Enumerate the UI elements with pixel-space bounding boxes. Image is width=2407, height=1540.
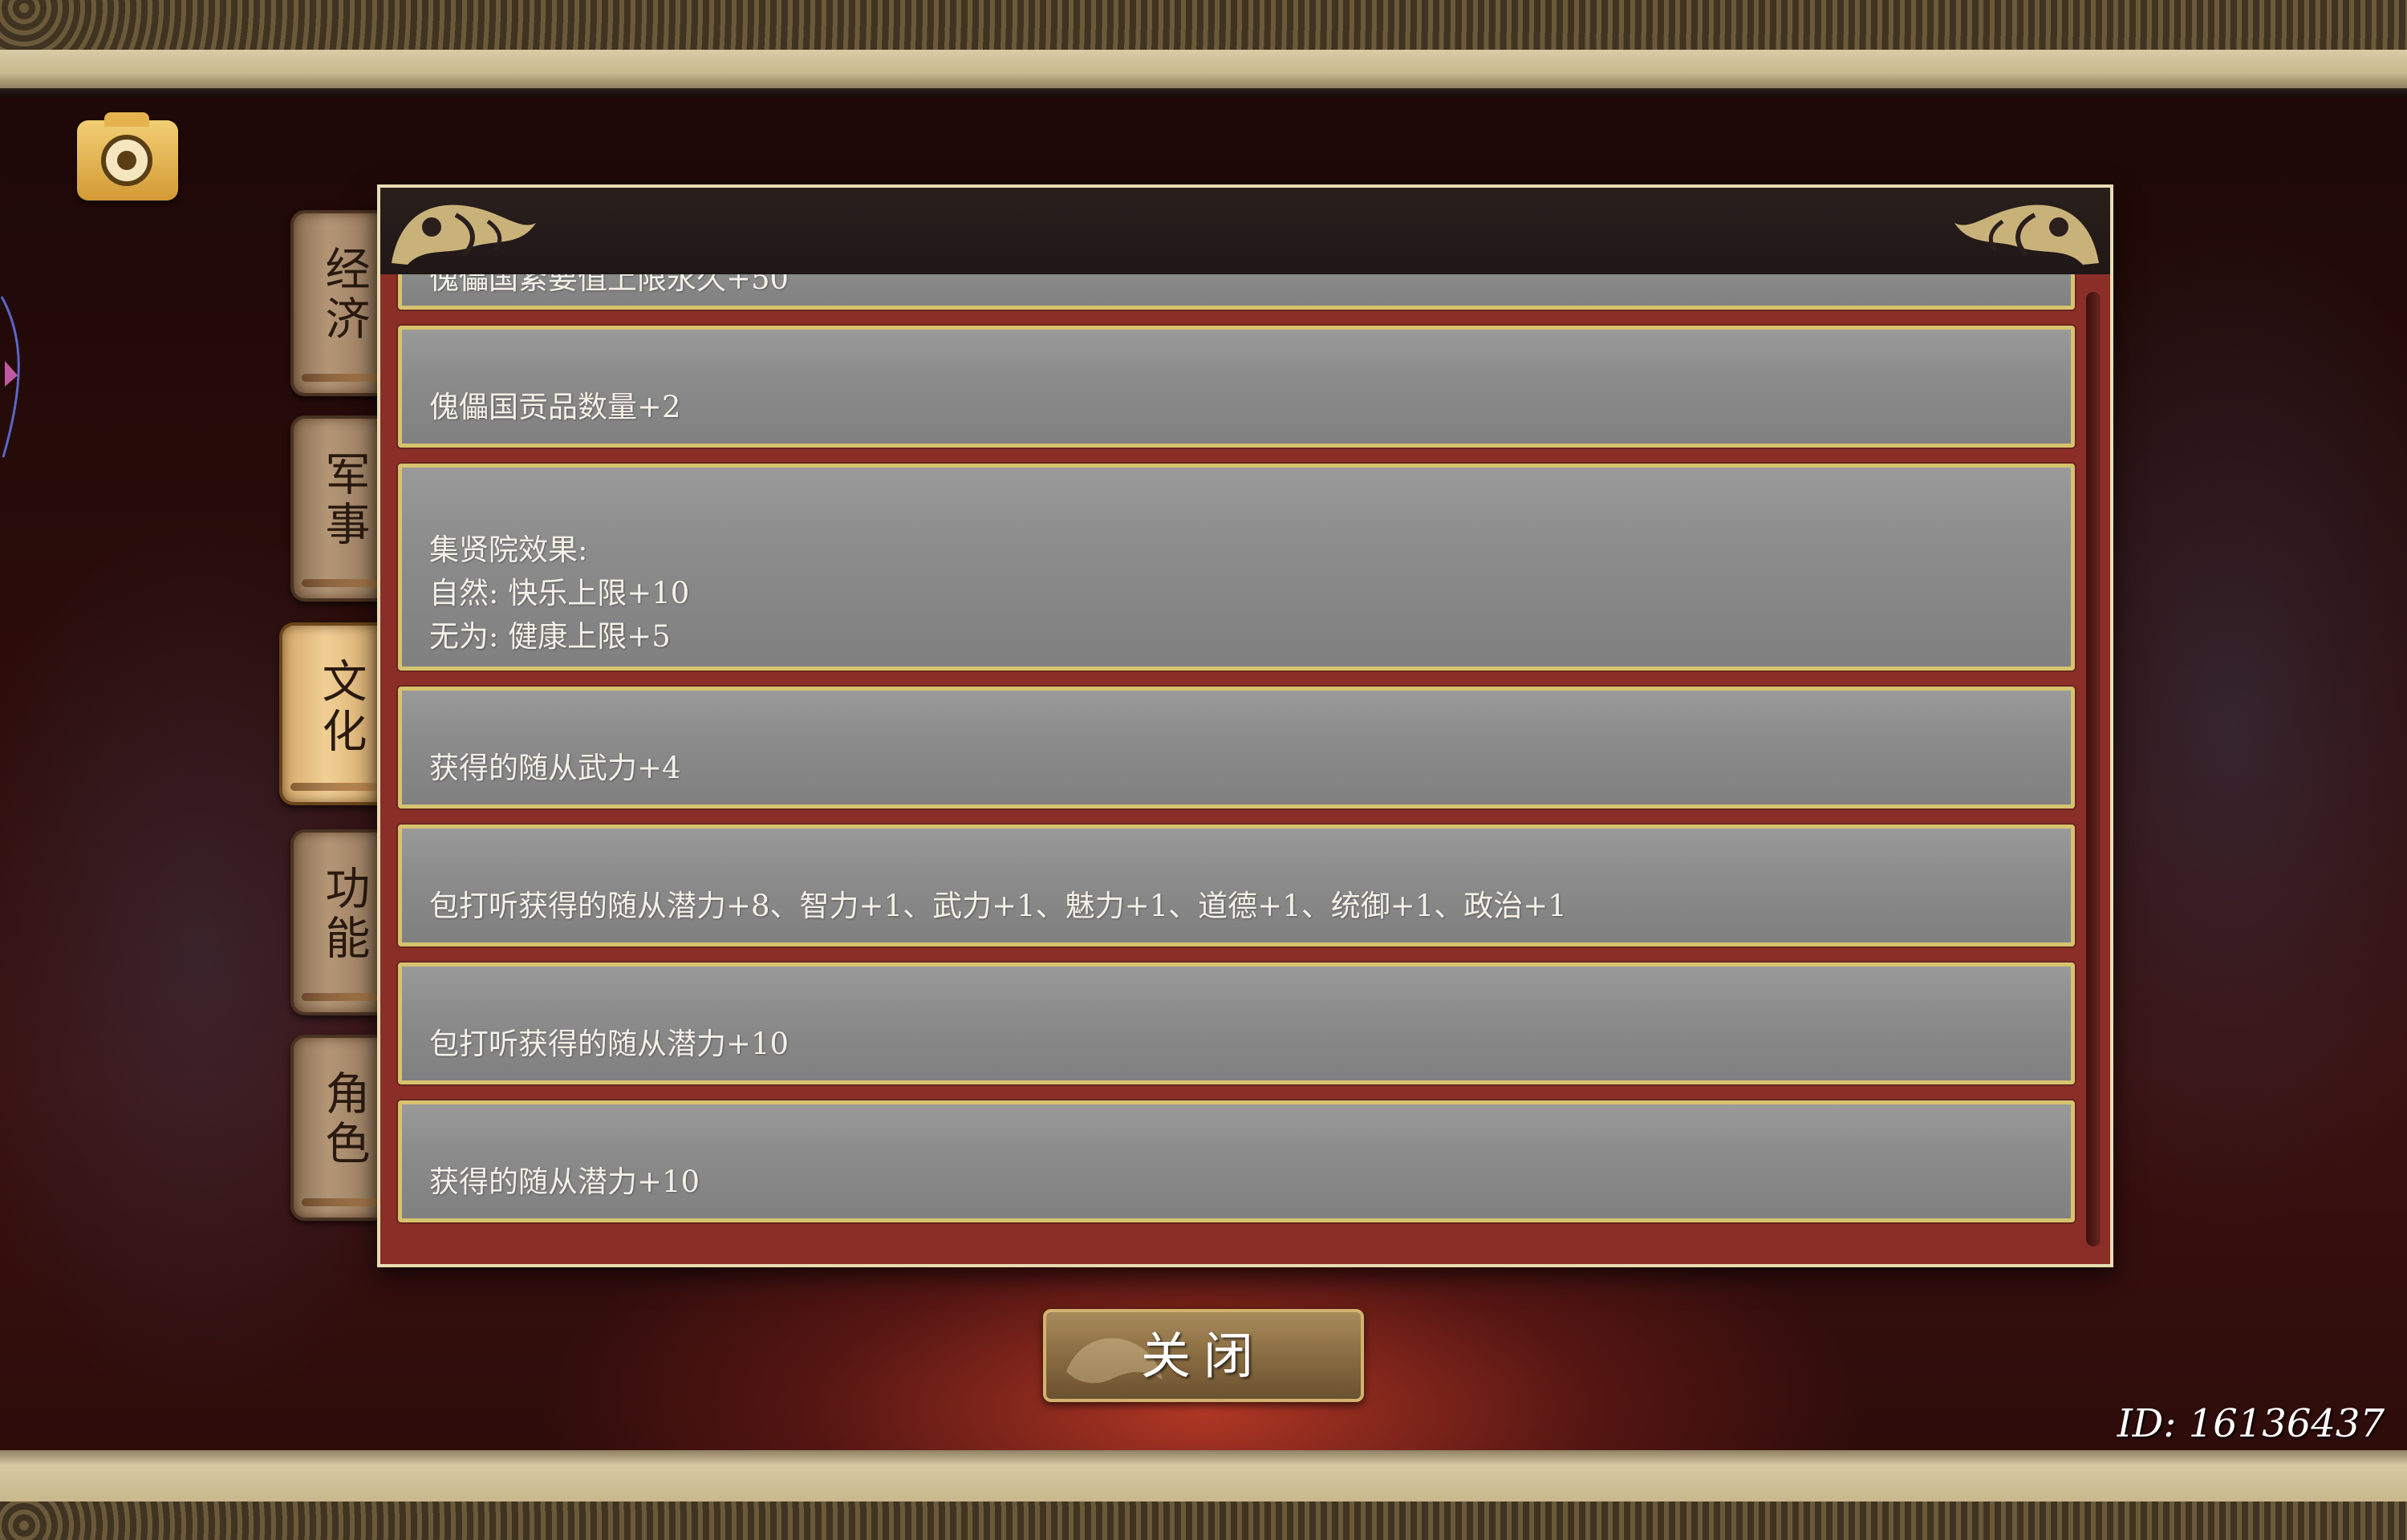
list-item-text: 获得的随从武力+4 xyxy=(429,751,681,785)
list-item: 获得的随从武力+4 xyxy=(398,687,2075,808)
tab-ornament xyxy=(302,374,379,382)
tab-culture[interactable]: 文化 xyxy=(279,622,379,805)
list-item: 集贤院效果: 自然: 快乐上限+10 无为: 健康上限+5 xyxy=(398,464,2075,671)
camera-button[interactable] xyxy=(77,112,178,201)
list-item: 包打听获得的随从潜力+10 xyxy=(398,962,2075,1084)
list-item: 傀儡国贡品数量+2 xyxy=(398,326,2075,448)
list-item-text: 集贤院效果: 自然: 快乐上限+10 无为: 健康上限+5 xyxy=(429,533,690,654)
tab-label: 功能 xyxy=(318,865,370,964)
tab-functions[interactable]: 功能 xyxy=(290,829,379,1015)
tab-character[interactable]: 角色 xyxy=(290,1035,379,1221)
player-id-label: ID: 16136437 xyxy=(2117,1401,2385,1446)
tab-label: 角色 xyxy=(318,1070,370,1169)
bottom-rim xyxy=(0,1450,2407,1502)
list-item-text: 包打听获得的随从潜力+8、智力+1、武力+1、魅力+1、道德+1、统御+1、政治… xyxy=(429,889,1567,923)
list-item-text: 傀儡国紧要值上限永久+50 xyxy=(429,274,789,296)
game-screen: 经济 军事 文化 功能 角色 傀儡国紧要值上限永久+50 傀儡国贡品数量+2 集… xyxy=(0,0,2407,1540)
scrollbar[interactable] xyxy=(2086,292,2101,1246)
list-item-text: 包打听获得的随从潜力+10 xyxy=(429,1027,789,1061)
list-item-text: 获得的随从潜力+10 xyxy=(429,1165,700,1199)
top-rim-shadow xyxy=(0,88,2407,98)
dragon-ornament-icon xyxy=(392,205,536,265)
list-item: 包打听获得的随从潜力+8、智力+1、武力+1、魅力+1、道德+1、统御+1、政治… xyxy=(398,825,2075,946)
top-ornament-band xyxy=(0,0,2407,50)
list-item: 傀儡国紧要值上限永久+50 xyxy=(398,274,2075,310)
camera-icon-top xyxy=(104,112,149,127)
tab-economy[interactable]: 经济 xyxy=(290,210,379,396)
close-button-label: 关闭 xyxy=(1140,1327,1266,1385)
top-rim xyxy=(0,50,2407,88)
bottom-ornament-band xyxy=(0,1502,2407,1540)
tab-label: 文化 xyxy=(315,658,367,757)
tab-ornament xyxy=(302,579,379,587)
panel-header xyxy=(380,188,2110,274)
left-edge-flourish-icon xyxy=(0,296,20,458)
camera-icon xyxy=(101,135,152,186)
tab-ornament xyxy=(302,993,379,1001)
tab-military[interactable]: 军事 xyxy=(290,415,379,602)
list-item: 获得的随从潜力+10 xyxy=(398,1100,2075,1222)
bonus-list[interactable]: 傀儡国紧要值上限永久+50 傀儡国贡品数量+2 集贤院效果: 自然: 快乐上限+… xyxy=(380,274,2110,1264)
tab-ornament xyxy=(290,783,379,791)
tab-label: 军事 xyxy=(318,451,370,550)
list-item-text: 傀儡国贡品数量+2 xyxy=(429,390,681,424)
tab-ornament xyxy=(302,1198,379,1206)
tab-label: 经济 xyxy=(318,245,370,345)
bonus-list-panel: 傀儡国紧要值上限永久+50 傀儡国贡品数量+2 集贤院效果: 自然: 快乐上限+… xyxy=(377,184,2113,1267)
dragon-ornament-icon xyxy=(1954,205,2099,265)
close-button[interactable]: 关闭 xyxy=(1043,1309,1364,1402)
